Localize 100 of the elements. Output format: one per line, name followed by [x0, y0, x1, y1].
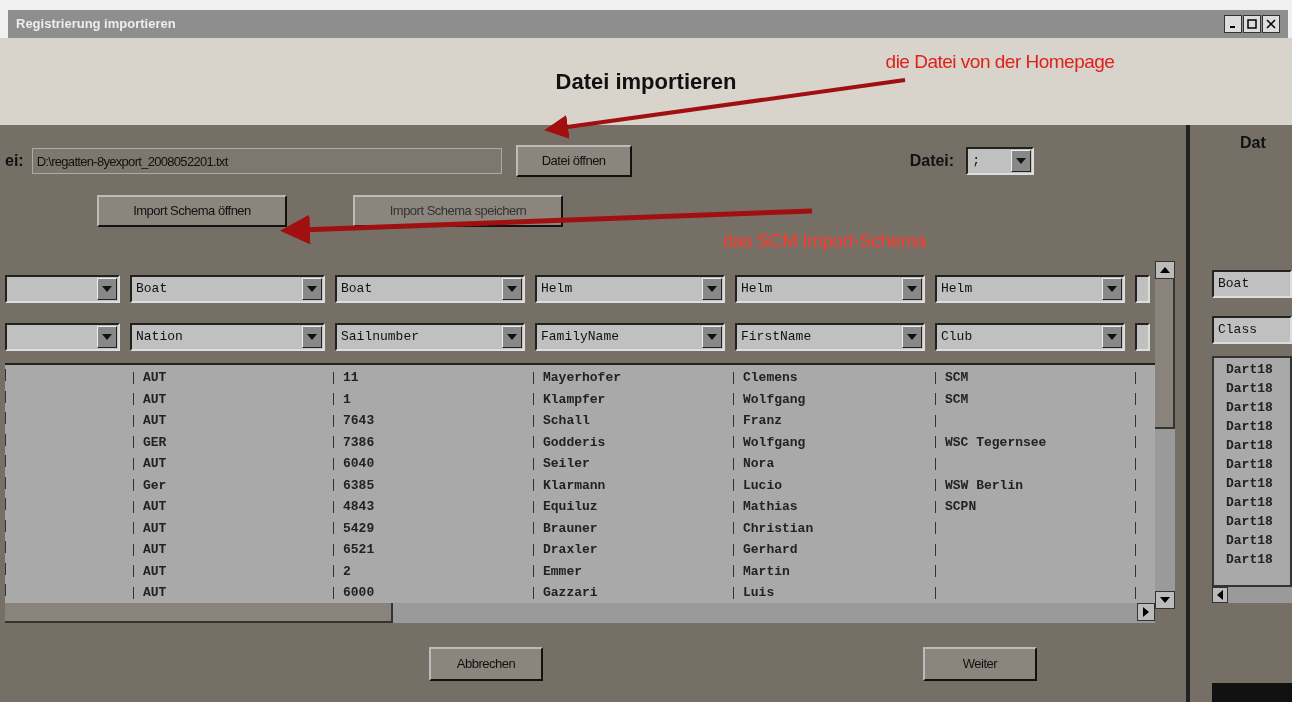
- table-cell-text: Clemens: [743, 369, 798, 387]
- dropdown[interactable]: Helm: [535, 275, 725, 303]
- table-cell-text: AUT: [143, 541, 167, 559]
- annotation-text: die Datei von der Homepage: [884, 50, 1116, 74]
- dropdown[interactable]: Class: [1212, 316, 1292, 344]
- table-cell-text: AUT: [143, 369, 167, 387]
- dropdown[interactable]: Club: [935, 323, 1125, 351]
- table-cell-text: Mathias: [743, 498, 798, 516]
- dropdown[interactable]: [5, 323, 120, 351]
- dropdown[interactable]: Helm: [735, 275, 925, 303]
- table-cell-text: 6385: [343, 476, 375, 495]
- table-cell-text: Gerhard: [743, 541, 798, 559]
- table-cell-text: 2: [343, 562, 351, 581]
- table-cell-text: Klampfer: [543, 390, 606, 409]
- table-cell-text: Lucio: [743, 476, 782, 495]
- vertical-scrollbar[interactable]: [1155, 261, 1175, 609]
- table-cell-text: AUT: [143, 498, 167, 516]
- scroll-left-icon[interactable]: [1212, 587, 1228, 603]
- table-cell-text: SCM: [945, 369, 969, 387]
- maximize-icon[interactable]: [1243, 15, 1261, 33]
- list-item[interactable]: Dart18: [1226, 512, 1290, 531]
- dropdown[interactable]: Boat: [1212, 270, 1292, 298]
- table-cell-text: 4843: [343, 498, 375, 516]
- table-cell-text: Gazzari: [543, 584, 598, 602]
- dropdown[interactable]: Boat: [335, 275, 525, 303]
- table-cell-text: 7643: [343, 412, 375, 430]
- table-cell-text: SCPN: [945, 498, 977, 516]
- separator-label: Datei:: [909, 151, 955, 171]
- scrollbar-thumb[interactable]: [5, 603, 393, 623]
- button[interactable]: Import Schema öffnen: [97, 195, 287, 227]
- list-item[interactable]: Dart18: [1226, 417, 1290, 436]
- annotation-text: das SCM Import-Schema: [723, 229, 926, 253]
- table-cell-text: 6000: [343, 584, 375, 602]
- table-cell-text: Draxler: [543, 541, 598, 559]
- minimize-icon[interactable]: [1224, 15, 1242, 33]
- table-cell-text: WSC Tegernsee: [945, 433, 1047, 452]
- list-item[interactable]: Dart18: [1226, 455, 1290, 474]
- table-cell-text: Christian: [743, 519, 814, 538]
- list-item[interactable]: Dart18: [1226, 360, 1290, 379]
- table-cell-text: Equiluz: [543, 498, 598, 516]
- button[interactable]: Weiter: [923, 647, 1037, 681]
- table-cell-text: Emmer: [543, 562, 582, 581]
- table-cell-text: Ger: [143, 476, 167, 495]
- panel-heading: Dat: [1240, 133, 1267, 153]
- dropdown[interactable]: FamilyName: [535, 323, 725, 351]
- table-cell-text: Nora: [743, 455, 775, 473]
- dropdown[interactable]: [1135, 275, 1150, 303]
- button[interactable]: Datei öffnen: [515, 145, 632, 177]
- list-item[interactable]: Dart18: [1226, 474, 1290, 493]
- list-item[interactable]: Dart18: [1226, 531, 1290, 550]
- list-item[interactable]: Dart18: [1226, 379, 1290, 398]
- table-cell-text: 1: [343, 390, 351, 409]
- table-cell-text: Martin: [743, 562, 790, 581]
- table-cell-text: Klarmann: [543, 476, 606, 495]
- dropdown[interactable]: ;: [966, 147, 1035, 175]
- table-cell-text: AUT: [143, 412, 167, 430]
- scroll-right-icon[interactable]: [1137, 603, 1155, 621]
- table-cell-text: Godderis: [543, 433, 606, 452]
- dropdown[interactable]: Sailnumber: [335, 323, 525, 351]
- scrollbar-thumb[interactable]: [1155, 279, 1175, 429]
- list-item[interactable]: Dart18: [1226, 436, 1290, 455]
- table-cell-text: 6521: [343, 541, 375, 559]
- table-cell-text: 5429: [343, 519, 375, 538]
- table-cell-text: GER: [143, 433, 167, 452]
- dropdown[interactable]: [1135, 323, 1150, 351]
- table-cell-text: 7386: [343, 433, 375, 452]
- table-cell-text: WSW Berlin: [945, 476, 1023, 495]
- scroll-down-icon[interactable]: [1155, 591, 1175, 609]
- dropdown[interactable]: Boat: [130, 275, 325, 303]
- horizontal-scrollbar[interactable]: [5, 603, 1155, 623]
- window-title: Registrierung importieren: [16, 15, 177, 34]
- table-cell-text: Brauner: [543, 519, 598, 538]
- table-cell-text: Wolfgang: [743, 390, 806, 409]
- table-cell-text: AUT: [143, 584, 167, 602]
- table-cell-text: Seiler: [543, 455, 590, 473]
- table-cell-text: Luis: [743, 584, 775, 602]
- button[interactable]: Abbrechen: [429, 647, 543, 681]
- close-icon[interactable]: [1262, 15, 1280, 33]
- dropdown[interactable]: [5, 275, 120, 303]
- dropdown[interactable]: Nation: [130, 323, 325, 351]
- dropdown[interactable]: FirstName: [735, 323, 925, 351]
- list-box[interactable]: Dart18 Dart18 Dart18 Dart18 Dart18 Dart18 Dart18 Dart18 Dart18 Dart18 Dart18: [1212, 356, 1292, 588]
- table-cell-text: AUT: [143, 562, 167, 581]
- list-item[interactable]: Dart18: [1226, 493, 1290, 512]
- scroll-up-icon[interactable]: [1155, 261, 1175, 279]
- list-item[interactable]: Dart18: [1226, 398, 1290, 417]
- table-cell-text: Wolfgang: [743, 433, 806, 452]
- table-cell-text: AUT: [143, 455, 167, 473]
- list-item[interactable]: Dart18: [1226, 550, 1290, 569]
- table-cell-text: Franz: [743, 412, 782, 430]
- file-label: ei:: [5, 151, 24, 171]
- file-path-field[interactable]: D:\regatten-8yexport_2008052201.txt: [31, 148, 502, 174]
- table-cell-text: 11: [343, 369, 359, 387]
- table-cell-text: Schall: [543, 412, 590, 430]
- dropdown[interactable]: Helm: [935, 275, 1125, 303]
- table-cell-text: AUT: [143, 519, 167, 538]
- table-cell-text: Mayerhofer: [543, 369, 621, 387]
- table-cell-text: SCM: [945, 390, 969, 409]
- table-cell-text: 6040: [343, 455, 375, 473]
- heading: Datei importieren: [555, 68, 737, 96]
